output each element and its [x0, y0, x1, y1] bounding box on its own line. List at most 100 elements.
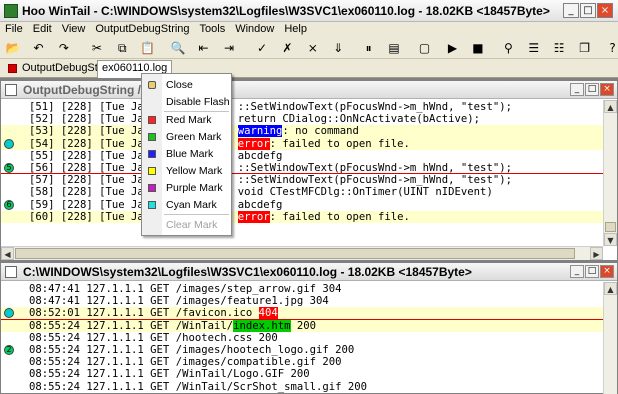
- menu-tools[interactable]: Tools: [195, 22, 231, 35]
- menu-item-disable-flash[interactable]: Disable Flash: [142, 94, 231, 111]
- menu-outputdebugstring[interactable]: OutputDebugString: [90, 22, 194, 35]
- log-line[interactable]: 08:47:41 127.1.1.1 GET /images/step_arro…: [1, 283, 603, 295]
- log-view-bottom[interactable]: 08:47:41 127.1.1.1 GET /images/step_arro…: [1, 283, 603, 393]
- log-text: [60] [228] [Tue Jan: [29, 210, 151, 223]
- log-line[interactable]: [58] [228] [Tue Jan 06] void CTestMFCDlg:…: [1, 186, 603, 198]
- scroll-thumb[interactable]: [605, 222, 616, 232]
- gutter[interactable]: [1, 150, 23, 162]
- log-text: 08:55:24 127.1.1.1 GET /images/compatibl…: [29, 356, 342, 369]
- pause-icon[interactable]: ⏸: [361, 40, 377, 56]
- copy-icon[interactable]: ⧉: [114, 40, 130, 56]
- panel-minimize-button[interactable]: _: [570, 265, 584, 278]
- gutter[interactable]: [1, 320, 23, 332]
- undo-icon[interactable]: ↶: [30, 40, 46, 56]
- log-line[interactable]: 08:55:24 127.1.1.1 GET /images/compatibl…: [1, 356, 603, 368]
- gutter[interactable]: [1, 138, 23, 150]
- log-line[interactable]: 08:55:24 127.1.1.1 GET /WinTail/index.ht…: [1, 319, 603, 332]
- log-line[interactable]: 08:52:01 127.1.1.1 GET /favicon.ico 404: [1, 307, 603, 320]
- vertical-scrollbar[interactable]: ▲: [603, 282, 617, 394]
- log-line[interactable]: [52] [228] [Tue Jan 06] return CDialog::O…: [1, 113, 603, 125]
- log-line[interactable]: [57] [228] [Tue Jan 06] ::SetWindowText(p…: [1, 174, 603, 186]
- menu-item-purple-mark[interactable]: Purple Mark: [142, 180, 231, 197]
- gutter[interactable]: [1, 332, 23, 344]
- log-line[interactable]: 08:55:24 127.1.1.1 GET /WinTail/ScrShot_…: [1, 381, 603, 393]
- gutter[interactable]: [1, 295, 23, 307]
- find-prev-icon[interactable]: ⇤: [196, 40, 212, 56]
- gutter[interactable]: [1, 283, 23, 295]
- window-icon[interactable]: ▢: [417, 40, 433, 56]
- paste-icon[interactable]: 📋: [140, 40, 156, 56]
- panel-minimize-button[interactable]: _: [570, 83, 584, 96]
- log-line[interactable]: 08:55:24 127.1.1.1 GET /WinTail/Logo.GIF…: [1, 368, 603, 380]
- redo-icon[interactable]: ↷: [56, 40, 72, 56]
- log-line[interactable]: [55] [228] [Tue Jan 06] abcdefg: [1, 150, 603, 162]
- menu-file[interactable]: File: [0, 22, 28, 35]
- menu-item-green-mark[interactable]: Green Mark: [142, 129, 231, 146]
- log-line[interactable]: [54] [228] [Tue Jan06] error: failed to …: [1, 137, 603, 150]
- gutter[interactable]: [1, 356, 23, 368]
- gutter[interactable]: [1, 125, 23, 137]
- scroll-down-icon[interactable]: ▼: [604, 233, 617, 246]
- log-line[interactable]: [60] [228] [Tue Jan06] error: failed to …: [1, 210, 603, 223]
- close-file-icon[interactable]: ⨯: [305, 40, 321, 56]
- find-next-icon[interactable]: ⇥: [221, 40, 237, 56]
- panel-maximize-button[interactable]: □: [585, 83, 599, 96]
- scroll-up-icon[interactable]: ▲: [604, 282, 617, 295]
- gutter[interactable]: [1, 101, 23, 113]
- scroll-up-icon[interactable]: ▲: [604, 100, 617, 113]
- open-icon[interactable]: 📂: [5, 40, 21, 56]
- menu-edit[interactable]: Edit: [28, 22, 57, 35]
- tile-h-icon[interactable]: ☰: [526, 40, 542, 56]
- menu-item-clear-mark[interactable]: Clear Mark: [142, 217, 231, 234]
- panel-close-button[interactable]: ×: [600, 265, 614, 278]
- menu-item-close[interactable]: Close: [142, 77, 231, 94]
- find-icon[interactable]: 🔍: [170, 40, 186, 56]
- log-line[interactable]: 08:47:41 127.1.1.1 GET /images/feature1.…: [1, 295, 603, 307]
- scroll-left-icon[interactable]: ◀: [1, 247, 14, 260]
- gutter[interactable]: [1, 174, 23, 186]
- gutter[interactable]: [1, 186, 23, 198]
- play-icon[interactable]: ▶: [445, 40, 461, 56]
- gutter[interactable]: [1, 211, 23, 223]
- menu-view[interactable]: View: [57, 22, 91, 35]
- clear-mark-icon[interactable]: ✗: [279, 40, 295, 56]
- gutter[interactable]: [1, 381, 23, 393]
- menu-item-blue-mark[interactable]: Blue Mark: [142, 146, 231, 163]
- tile-v-icon[interactable]: ☷: [551, 40, 567, 56]
- log-line[interactable]: 5 [56] [228] [Tue Jan 06] ::SetWindowText(…: [1, 162, 603, 175]
- gutter[interactable]: [1, 368, 23, 380]
- panel-close-button[interactable]: ×: [600, 83, 614, 96]
- menu-help[interactable]: Help: [279, 22, 312, 35]
- log-line[interactable]: 08:55:24 127.1.1.1 GET /hootech.css 200: [1, 332, 603, 344]
- close-button[interactable]: ×: [597, 3, 613, 18]
- horizontal-scrollbar[interactable]: ◀ ▶: [1, 246, 603, 260]
- menu-separator: [164, 214, 229, 215]
- mark-icon[interactable]: ✓: [254, 40, 270, 56]
- filter-icon[interactable]: ▤: [386, 40, 402, 56]
- about-icon[interactable]: ?: [605, 40, 618, 56]
- log-line[interactable]: [51] [228] [Tue Jan 06] ::SetWindowText(p…: [1, 101, 603, 113]
- log-line[interactable]: [53] [228] [Tue Jan06] warning: no comma…: [1, 125, 603, 138]
- vertical-scrollbar[interactable]: ▲ ▼: [603, 100, 617, 246]
- gutter[interactable]: 2: [1, 344, 23, 356]
- gutter[interactable]: [1, 113, 23, 125]
- tail-icon[interactable]: ⇓: [330, 40, 346, 56]
- menu-window[interactable]: Window: [230, 22, 279, 35]
- panel-maximize-button[interactable]: □: [585, 265, 599, 278]
- scroll-right-icon[interactable]: ▶: [590, 247, 603, 260]
- log-text: 08:47:41 127.1.1.1 GET /images/feature1.…: [29, 295, 329, 308]
- menu-item-yellow-mark[interactable]: Yellow Mark: [142, 163, 231, 180]
- stop-icon[interactable]: ■: [470, 40, 486, 56]
- log-line[interactable]: 2 08:55:24 127.1.1.1 GET /images/hootech_…: [1, 344, 603, 356]
- log-view-top[interactable]: [51] [228] [Tue Jan 06] ::SetWindowText(p…: [1, 101, 603, 223]
- cascade-icon[interactable]: ❐: [577, 40, 593, 56]
- log-line[interactable]: 6 [59] [228] [Tue Jan 06] abcdefg: [1, 199, 603, 211]
- cut-icon[interactable]: ✂: [89, 40, 105, 56]
- scroll-thumb[interactable]: [15, 248, 575, 259]
- gutter[interactable]: 6: [1, 199, 23, 211]
- menu-item-red-mark[interactable]: Red Mark: [142, 112, 231, 129]
- menu-item-cyan-mark[interactable]: Cyan Mark: [142, 197, 231, 214]
- minimize-button[interactable]: _: [563, 3, 579, 18]
- maximize-button[interactable]: □: [580, 3, 596, 18]
- pin-icon[interactable]: ⚲: [500, 40, 516, 56]
